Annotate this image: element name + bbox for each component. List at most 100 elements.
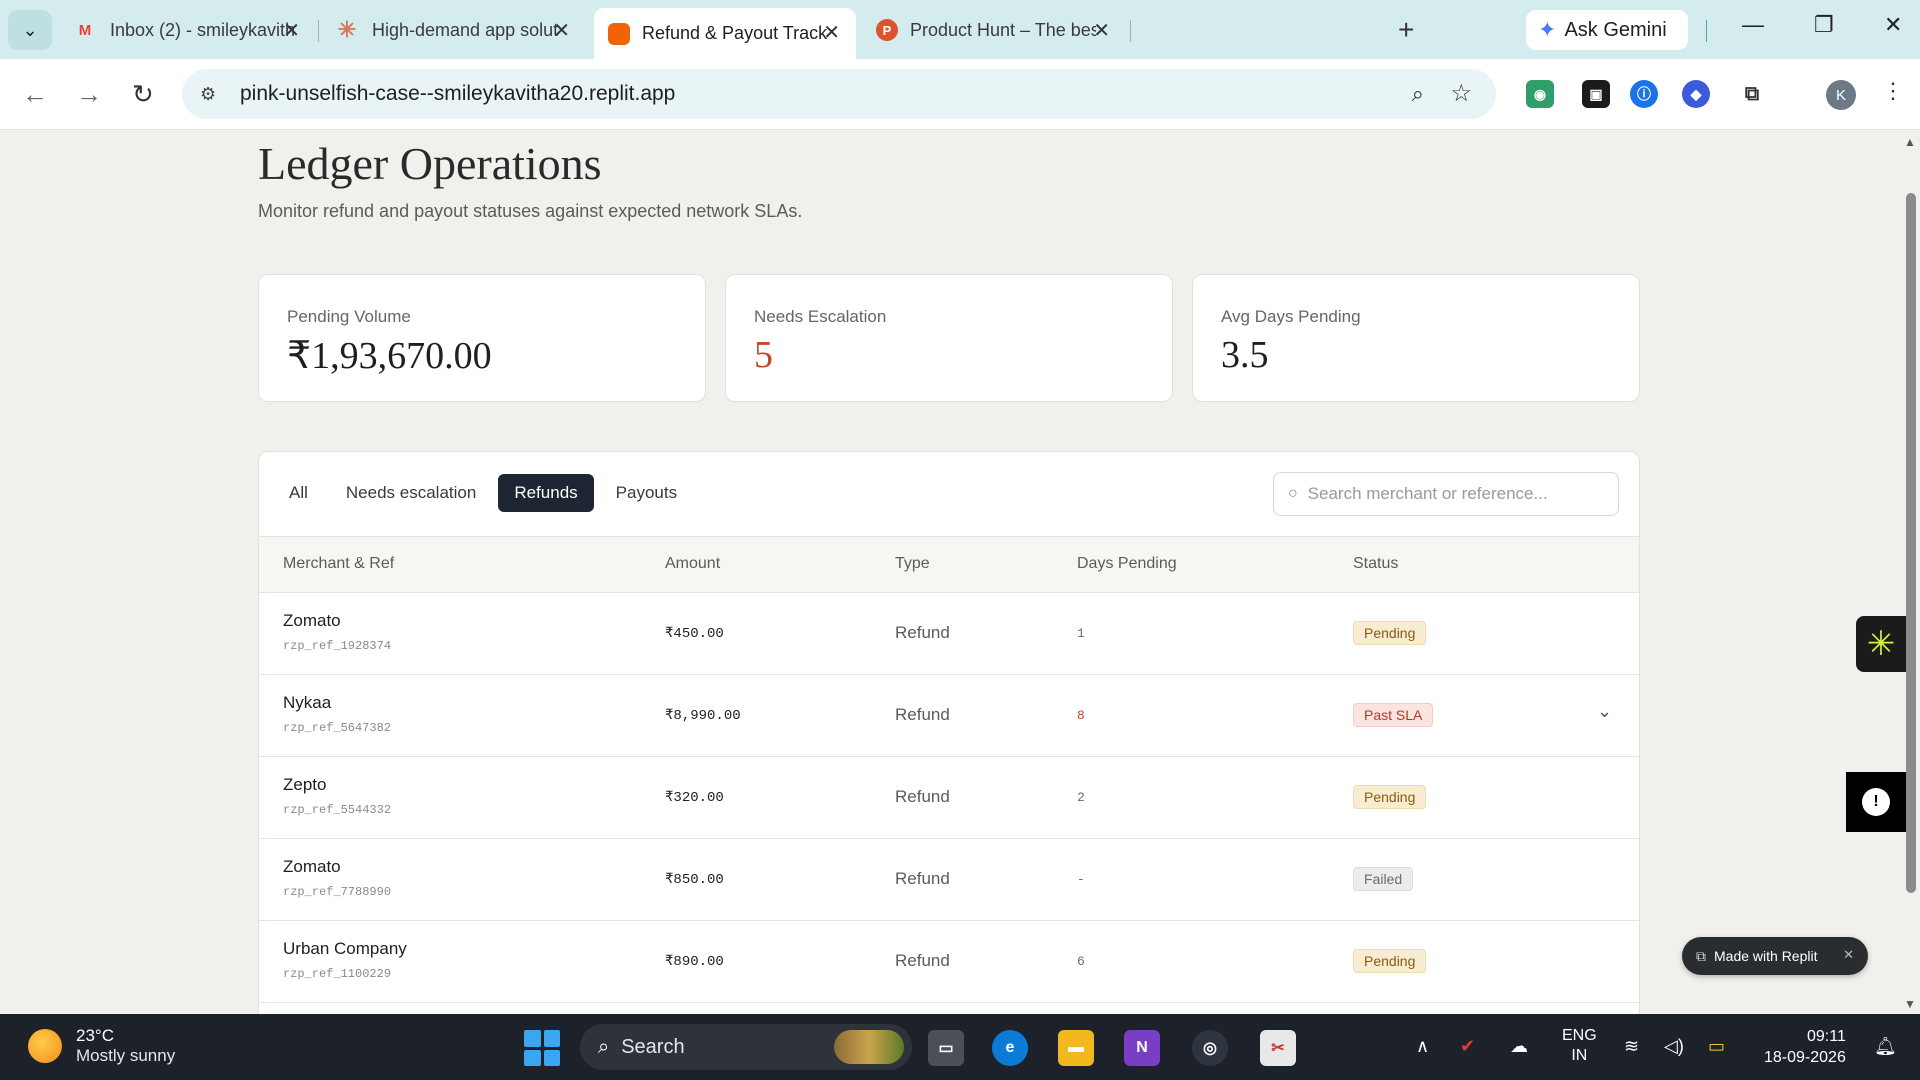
type-value: Refund bbox=[895, 869, 950, 888]
table-row[interactable]: Zomato rzp_ref_1928374 ₹450.00 Refund 1 … bbox=[259, 593, 1639, 675]
made-with-replit-badge[interactable]: ⧉ Made with Replit ✕ bbox=[1682, 937, 1868, 975]
page-scrollbar[interactable]: ▲ ▼ bbox=[1900, 131, 1920, 1014]
extension-icon[interactable]: ◉ bbox=[1526, 80, 1554, 108]
system-clock[interactable]: 09:11 18-09-2026 bbox=[1764, 1026, 1846, 1068]
ledger-table-card: All Needs escalation Refunds Payouts ○ M… bbox=[258, 451, 1640, 1014]
weather-widget[interactable]: 23°C Mostly sunny bbox=[28, 1026, 175, 1066]
snipping-tool-icon[interactable]: ✂ bbox=[1260, 1030, 1296, 1066]
bookmark-star-icon[interactable]: ☆ bbox=[1450, 79, 1472, 108]
status-badge: Pending bbox=[1353, 949, 1427, 973]
browser-menu-icon[interactable]: ⋮ bbox=[1882, 78, 1904, 104]
language-indicator[interactable]: ENG IN bbox=[1562, 1026, 1597, 1066]
table-header: Merchant & Ref Amount Type Days Pending … bbox=[259, 536, 1639, 593]
reload-button[interactable]: ↻ bbox=[132, 79, 154, 110]
amount-value: ₹8,990.00 bbox=[665, 708, 741, 724]
table-row[interactable]: Nykaa rzp_ref_5647382 ₹8,990.00 Refund 8… bbox=[259, 675, 1639, 757]
scroll-up-arrow-icon[interactable]: ▲ bbox=[1904, 135, 1916, 149]
sparkle-widget-icon[interactable]: ✳ bbox=[1856, 616, 1906, 672]
search-icon: ○ bbox=[1288, 485, 1298, 502]
taskbar-search[interactable]: ⌕ Search bbox=[580, 1024, 912, 1070]
filter-needs-escalation[interactable]: Needs escalation bbox=[330, 474, 492, 512]
tray-overflow-icon[interactable]: ∧ bbox=[1416, 1036, 1429, 1057]
table-row[interactable]: Zomato rzp_ref_7788990 ₹850.00 Refund - … bbox=[259, 839, 1639, 921]
filter-all[interactable]: All bbox=[273, 474, 324, 512]
ask-gemini-button[interactable]: ✦ Ask Gemini bbox=[1526, 10, 1688, 50]
amount-value: ₹320.00 bbox=[665, 790, 724, 806]
tab-title: Refund & Payout Tracker bbox=[642, 23, 828, 43]
producthunt-icon: P bbox=[876, 19, 898, 41]
tab-product-hunt[interactable]: P Product Hunt – The best new ✕ bbox=[862, 10, 1126, 50]
table-row[interactable]: Zepto rzp_ref_5544332 ₹320.00 Refund 2 P… bbox=[259, 757, 1639, 839]
close-icon[interactable]: ✕ bbox=[1093, 18, 1110, 43]
merchant-name: Zepto bbox=[283, 775, 327, 794]
stat-label: Needs Escalation bbox=[754, 307, 887, 326]
search-input[interactable] bbox=[1307, 484, 1598, 504]
close-icon[interactable]: ✕ bbox=[283, 18, 300, 43]
restore-button[interactable]: ❐ bbox=[1814, 12, 1834, 38]
filter-tabs: All Needs escalation Refunds Payouts bbox=[273, 474, 693, 512]
status-badge: Pending bbox=[1353, 785, 1427, 809]
merchant-name: Zomato bbox=[283, 857, 341, 876]
omnibox[interactable]: ⚙ pink-unselfish-case--smileykavitha20.r… bbox=[182, 69, 1496, 119]
antivirus-icon[interactable]: ✔ bbox=[1460, 1036, 1475, 1057]
scroll-down-arrow-icon[interactable]: ▼ bbox=[1904, 997, 1916, 1011]
close-icon[interactable]: ✕ bbox=[1843, 947, 1854, 963]
filter-refunds[interactable]: Refunds bbox=[498, 474, 594, 512]
tab-separator bbox=[1130, 20, 1131, 42]
page-title: Ledger Operations bbox=[258, 138, 602, 189]
stat-value: 3.5 bbox=[1221, 334, 1269, 376]
status-badge: Past SLA bbox=[1353, 703, 1434, 727]
url-text[interactable]: pink-unselfish-case--smileykavitha20.rep… bbox=[240, 82, 675, 106]
close-icon[interactable]: ✕ bbox=[823, 20, 840, 45]
tab-claude[interactable]: ✳ High-demand app solutions ✕ bbox=[320, 10, 586, 50]
col-type[interactable]: Type bbox=[895, 555, 930, 573]
file-explorer-icon[interactable]: ▬ bbox=[1058, 1030, 1094, 1066]
col-merchant[interactable]: Merchant & Ref bbox=[283, 555, 394, 573]
zoom-icon[interactable]: ⌕ bbox=[1412, 81, 1424, 107]
col-days-pending[interactable]: Days Pending bbox=[1077, 555, 1177, 573]
close-icon[interactable]: ✕ bbox=[553, 18, 570, 43]
status-badge: Failed bbox=[1353, 867, 1414, 891]
type-value: Refund bbox=[895, 705, 950, 724]
col-status[interactable]: Status bbox=[1353, 555, 1398, 573]
volume-icon[interactable]: ◁) bbox=[1664, 1036, 1684, 1057]
profile-avatar[interactable]: K bbox=[1826, 80, 1856, 110]
back-button[interactable]: ← bbox=[22, 79, 48, 110]
extension-icon[interactable]: ⓘ bbox=[1630, 80, 1658, 108]
scrollbar-thumb[interactable] bbox=[1906, 193, 1916, 893]
gmail-icon: M bbox=[78, 21, 92, 39]
edge-icon[interactable]: e bbox=[992, 1030, 1028, 1066]
minimize-button[interactable]: — bbox=[1742, 12, 1764, 38]
onedrive-icon[interactable]: ☁ bbox=[1510, 1036, 1528, 1057]
clock-date: 18-09-2026 bbox=[1764, 1049, 1846, 1066]
stat-card-needs-escalation: Needs Escalation 5 bbox=[725, 274, 1173, 402]
type-value: Refund bbox=[895, 787, 950, 806]
region-code: IN bbox=[1571, 1047, 1588, 1064]
task-view-icon[interactable]: ▭ bbox=[928, 1030, 964, 1066]
forward-button[interactable]: → bbox=[76, 79, 102, 110]
window-close-button[interactable]: ✕ bbox=[1884, 12, 1902, 38]
filter-payouts[interactable]: Payouts bbox=[600, 474, 693, 512]
extensions-puzzle-icon[interactable]: ⧉ bbox=[1738, 80, 1766, 108]
onenote-icon[interactable]: N bbox=[1124, 1030, 1160, 1066]
feedback-button[interactable]: ! bbox=[1846, 772, 1906, 832]
extension-icon[interactable]: ▣ bbox=[1582, 80, 1610, 108]
notifications-icon[interactable]: 🔔︎ bbox=[1874, 1036, 1897, 1057]
tab-refund-tracker[interactable]: Refund & Payout Tracker ✕ bbox=[594, 8, 856, 59]
chevron-down-icon[interactable]: ⌄ bbox=[1597, 701, 1612, 722]
search-box[interactable]: ○ bbox=[1273, 472, 1619, 516]
table-row[interactable]: Urban Company rzp_ref_1100229 ₹890.00 Re… bbox=[259, 921, 1639, 1003]
extension-icon[interactable]: ◆ bbox=[1682, 80, 1710, 108]
new-tab-button[interactable]: + bbox=[1398, 14, 1414, 46]
merchant-ref: rzp_ref_7788990 bbox=[283, 885, 392, 899]
weather-sun-icon bbox=[28, 1029, 62, 1063]
tab-search-button[interactable]: ⌄ bbox=[8, 10, 52, 50]
chrome-icon[interactable]: ◎ bbox=[1192, 1030, 1228, 1066]
claude-icon: ✳ bbox=[337, 17, 357, 42]
wifi-icon[interactable]: ≋ bbox=[1624, 1036, 1639, 1057]
windows-start-icon[interactable] bbox=[524, 1030, 560, 1066]
col-amount[interactable]: Amount bbox=[665, 555, 720, 573]
tab-gmail[interactable]: M Inbox (2) - smileykavitha2000 ✕ bbox=[58, 10, 316, 50]
site-settings-icon[interactable]: ⚙ bbox=[200, 84, 230, 105]
battery-icon[interactable]: ▭ bbox=[1708, 1036, 1725, 1057]
